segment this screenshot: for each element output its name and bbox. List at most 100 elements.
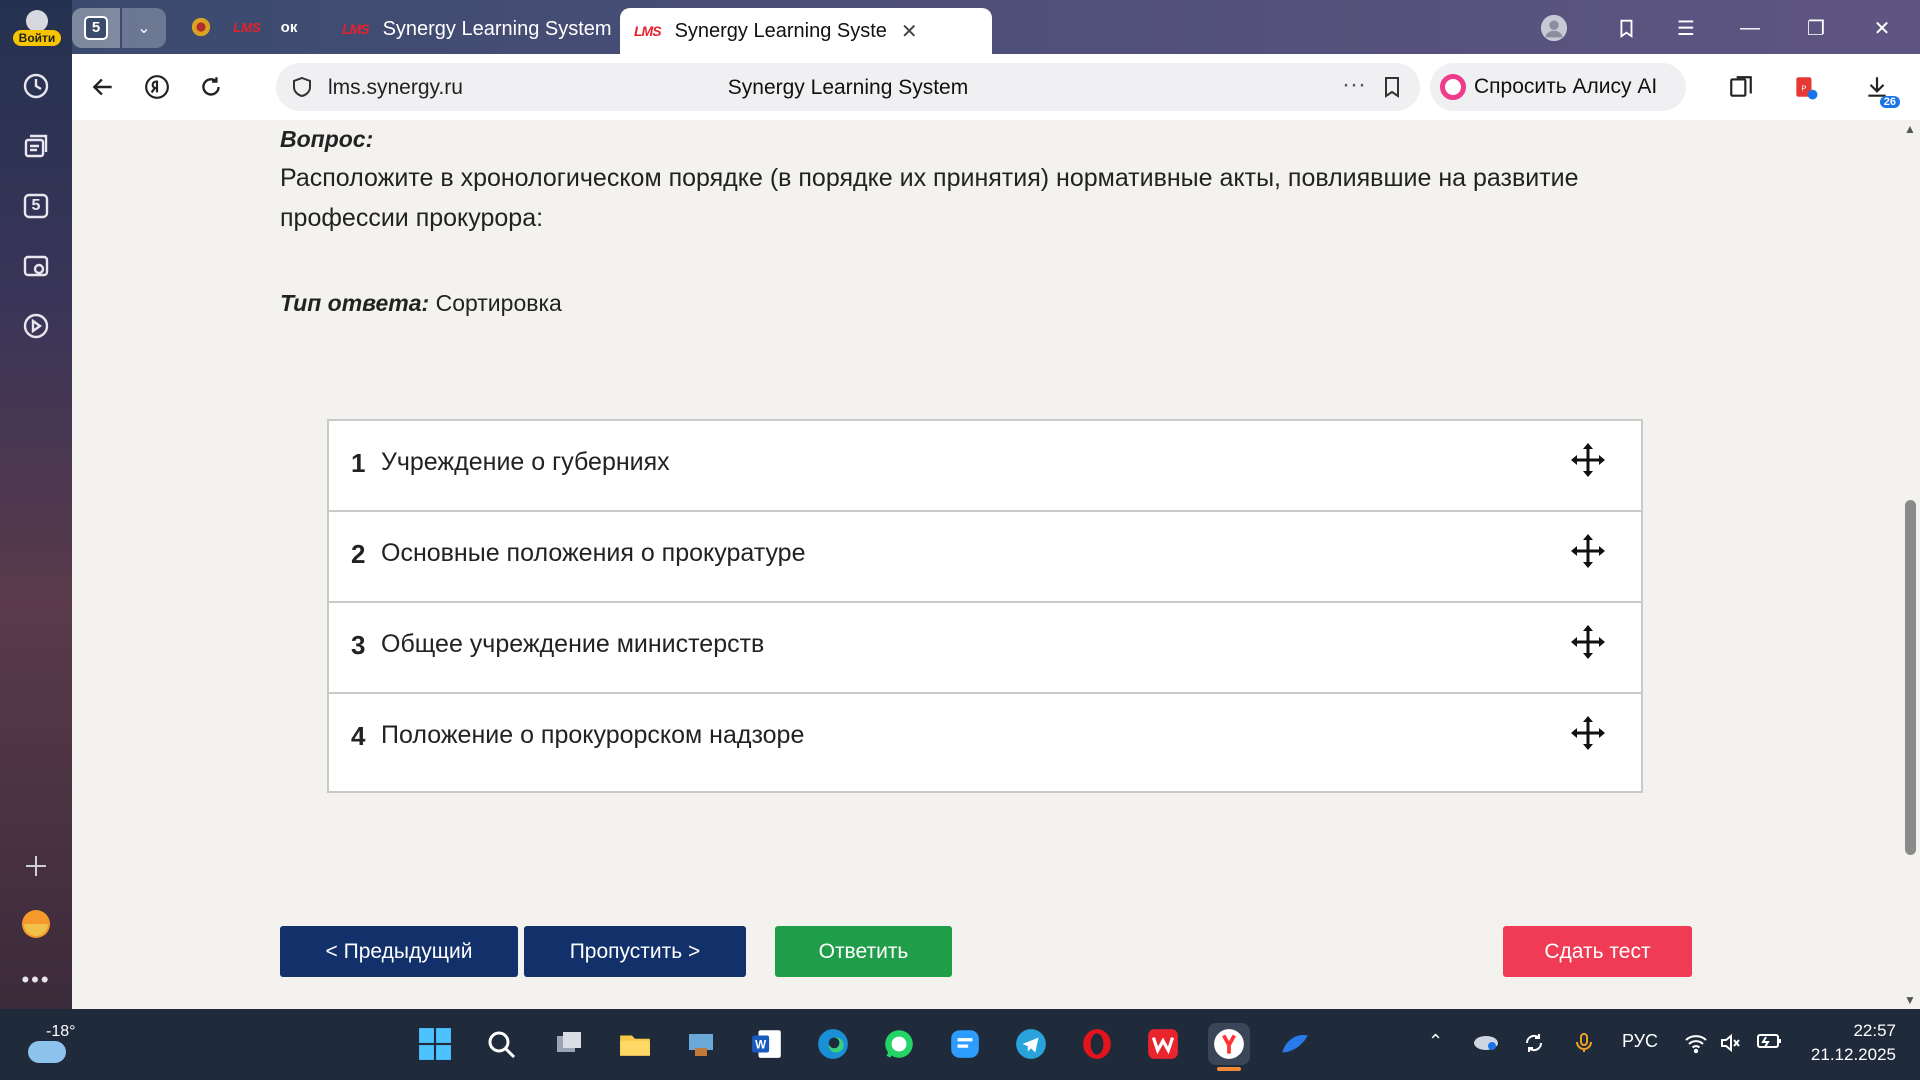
clock-time: 22:57 <box>1853 1021 1896 1040</box>
scrollbar-thumb[interactable] <box>1905 500 1916 855</box>
telegram-icon[interactable] <box>1010 1023 1052 1065</box>
sortable-item[interactable]: 2 Основные положения о прокуратуре <box>327 510 1643 611</box>
item-text: Общее учреждение министерств <box>381 630 765 658</box>
downloads-icon[interactable]: 26 <box>1858 68 1900 108</box>
active-app-indicator <box>1217 1067 1241 1071</box>
login-label: Войти <box>12 30 62 46</box>
page-scrollbar[interactable]: ▲ ▼ <box>1901 120 1920 1009</box>
opera-icon[interactable] <box>1076 1023 1118 1065</box>
sync-icon[interactable] <box>1522 1031 1546 1060</box>
collections-icon[interactable] <box>18 128 54 164</box>
screenshot-icon[interactable] <box>18 248 54 284</box>
weather-widget[interactable]: -18° <box>28 1023 76 1068</box>
wps-office-icon[interactable] <box>1142 1023 1184 1065</box>
add-panel-icon[interactable] <box>18 848 54 884</box>
sortable-item[interactable]: 4 Положение о прокурорском надзоре <box>327 692 1643 793</box>
address-bar[interactable]: lms.synergy.ru Synergy Learning System ·… <box>276 63 1420 111</box>
app-icon[interactable] <box>680 1023 722 1065</box>
minimize-icon[interactable]: — <box>1734 12 1766 44</box>
yandex-browser-icon[interactable] <box>1208 1023 1250 1071</box>
pinned-tab-ok[interactable]: ок <box>274 12 304 42</box>
question-label: Вопрос: <box>280 126 374 152</box>
lms-favicon: LMS <box>342 21 370 37</box>
history-icon[interactable] <box>18 68 54 104</box>
drag-handle-icon[interactable] <box>1571 534 1605 568</box>
pinned-tab-emblem[interactable] <box>186 12 216 42</box>
item-number: 1 <box>351 448 366 478</box>
restore-icon[interactable]: ❐ <box>1800 12 1832 44</box>
chevron-down-icon[interactable]: ⌄ <box>122 8 166 48</box>
drag-handle-icon[interactable] <box>1571 716 1605 750</box>
alice-orb-icon[interactable] <box>18 906 54 942</box>
item-text: Положение о прокурорском надзоре <box>381 721 805 749</box>
system-clock[interactable]: 22:57 21.12.2025 <box>1811 1019 1896 1067</box>
ask-alice-button[interactable]: Спросить Алису AI <box>1430 63 1686 111</box>
item-text: Учреждение о губерниях <box>381 448 670 476</box>
scroll-down-icon[interactable]: ▼ <box>1904 993 1916 1007</box>
answer-button[interactable]: Ответить <box>775 926 952 977</box>
search-icon[interactable] <box>480 1023 522 1065</box>
app-icon[interactable] <box>1274 1023 1316 1065</box>
file-explorer-icon[interactable] <box>614 1023 656 1065</box>
language-indicator[interactable]: РУС <box>1622 1031 1658 1052</box>
onedrive-icon[interactable] <box>1472 1031 1500 1056</box>
messenger-icon[interactable] <box>944 1023 986 1065</box>
login-button[interactable]: Войти <box>8 8 66 52</box>
profile-icon[interactable] <box>1538 12 1570 44</box>
word-icon[interactable]: W <box>746 1023 788 1065</box>
tab-count: 5 <box>84 16 108 40</box>
back-button[interactable] <box>84 68 122 106</box>
item-text: Основные положения о прокуратуре <box>381 539 806 567</box>
battery-icon[interactable] <box>1756 1031 1782 1056</box>
drag-handle-icon[interactable] <box>1571 443 1605 477</box>
item-number: 3 <box>351 630 366 660</box>
answer-type-label: Тип ответа: <box>280 290 430 316</box>
new-tab-button[interactable]: + <box>932 12 964 44</box>
submit-test-button[interactable]: Сдать тест <box>1503 926 1692 977</box>
taskbar: -18° W ⌃ РУС 22:57 21.12.2025 <box>0 1009 1920 1080</box>
reader-mode-icon[interactable] <box>1722 68 1760 106</box>
question-text: Расположите в хронологическом порядке (в… <box>280 164 1579 232</box>
emblem-icon <box>191 17 211 37</box>
yandex-home-icon[interactable] <box>138 68 176 106</box>
close-tab-icon[interactable]: ✕ <box>901 19 918 44</box>
page-title: Synergy Learning System <box>727 76 969 99</box>
drag-handle-icon[interactable] <box>1571 625 1605 659</box>
svg-text:W: W <box>755 1038 766 1051</box>
item-number: 2 <box>351 539 366 569</box>
chevron-up-icon[interactable]: ⌃ <box>1428 1031 1443 1052</box>
task-view-icon[interactable] <box>548 1023 590 1065</box>
pinned-tab-lms[interactable]: LMS <box>232 12 262 42</box>
video-play-icon[interactable] <box>18 308 54 344</box>
downloads-badge: 26 <box>1879 96 1900 108</box>
more-menu-icon[interactable]: ••• <box>18 962 54 998</box>
wifi-icon[interactable] <box>1684 1031 1708 1060</box>
bookmark-icon[interactable] <box>1380 75 1404 99</box>
test-page: Вопрос: Расположите в хронологическом по… <box>72 120 1901 1009</box>
user-avatar-icon <box>26 10 48 32</box>
tab-count-button[interactable]: 5 <box>72 8 120 48</box>
tab-strip: 5 ⌄ LMS ок LMS Synergy Learning System L… <box>72 0 1920 54</box>
edge-icon[interactable] <box>812 1023 854 1065</box>
more-dots-icon[interactable]: ··· <box>1342 71 1366 99</box>
alice-icon <box>1440 74 1466 100</box>
sidebar-counter: 5 <box>31 197 41 214</box>
start-icon[interactable] <box>414 1023 456 1065</box>
bookmarks-panel-icon[interactable] <box>1610 12 1642 44</box>
sortable-item[interactable]: 1 Учреждение о губерниях <box>327 419 1643 520</box>
previous-button[interactable]: < Предыдущий <box>280 926 518 977</box>
sortable-item[interactable]: 3 Общее учреждение министерств <box>327 601 1643 702</box>
menu-icon[interactable]: ☰ <box>1670 12 1702 44</box>
scroll-up-icon[interactable]: ▲ <box>1904 122 1916 136</box>
volume-muted-icon[interactable] <box>1718 1031 1742 1060</box>
close-window-icon[interactable]: ✕ <box>1866 12 1898 44</box>
pdf-extension-icon[interactable]: P <box>1786 68 1824 106</box>
reload-icon[interactable] <box>192 68 230 106</box>
tab-title: Synergy Learning Syste <box>674 19 887 42</box>
whatsapp-icon[interactable] <box>878 1023 920 1065</box>
tab-counter-icon[interactable]: 5 <box>18 188 54 224</box>
microphone-icon[interactable] <box>1572 1031 1596 1060</box>
item-number: 4 <box>351 721 366 751</box>
svg-text:P: P <box>1801 83 1806 92</box>
skip-button[interactable]: Пропустить > <box>524 926 746 977</box>
